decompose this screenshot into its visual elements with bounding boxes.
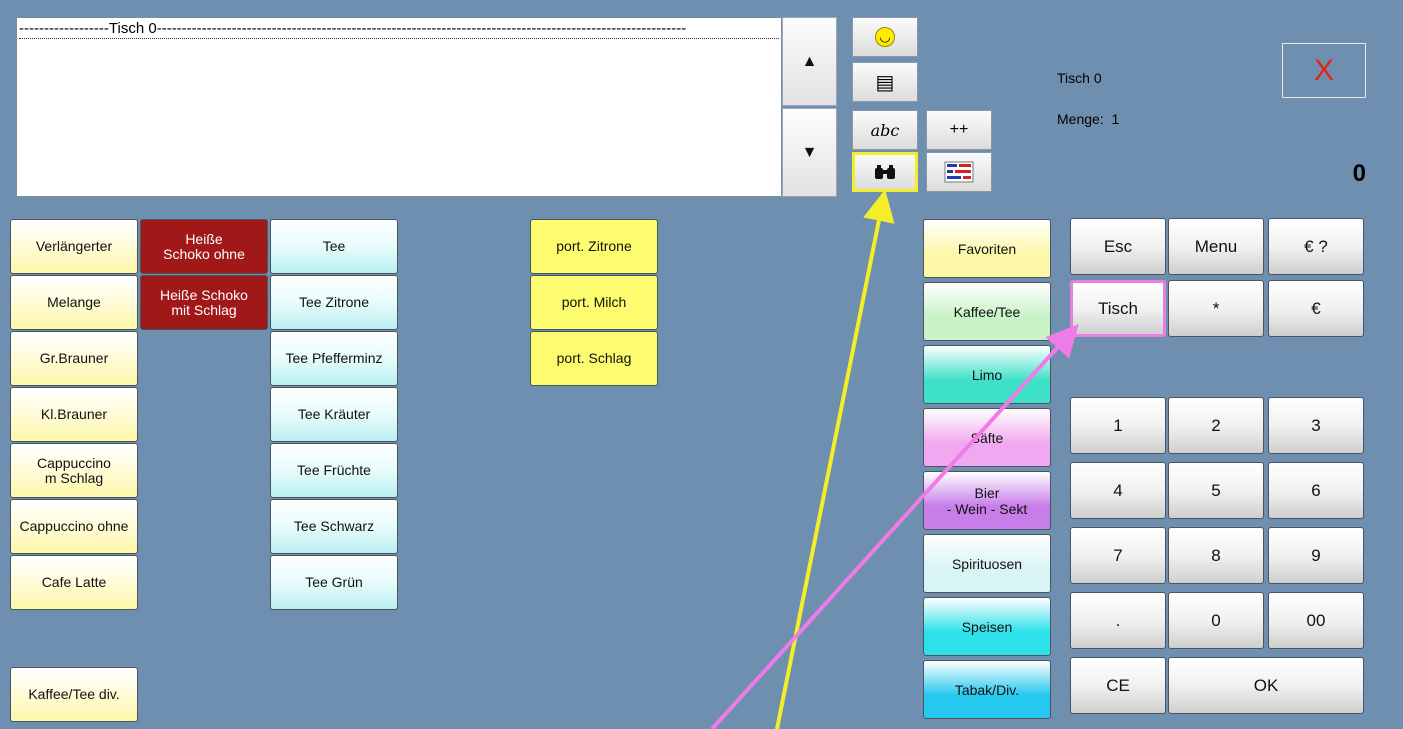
ce-key[interactable]: CE bbox=[1070, 657, 1166, 714]
total-amount: 0 bbox=[1352, 160, 1366, 187]
scroll-up-button[interactable]: ▲ bbox=[782, 17, 837, 106]
quantity-caption: Menge: bbox=[1057, 111, 1104, 127]
arrow-down-icon: ▼ bbox=[801, 143, 818, 161]
category-spirituosen[interactable]: Spirituosen bbox=[923, 534, 1051, 593]
product-button[interactable]: Heiße Schoko mit Schlag bbox=[140, 275, 268, 330]
category-limo[interactable]: Limo bbox=[923, 345, 1051, 404]
product-button[interactable]: port. Milch bbox=[530, 275, 658, 330]
quantity-value: 1 bbox=[1111, 111, 1120, 127]
flag-icon bbox=[944, 161, 974, 183]
ok-key[interactable]: OK bbox=[1168, 657, 1364, 714]
product-button[interactable]: port. Schlag bbox=[530, 331, 658, 386]
digit-key[interactable]: 8 bbox=[1168, 527, 1264, 584]
scroll-down-button[interactable]: ▼ bbox=[782, 108, 837, 197]
double-zero-key[interactable]: 00 bbox=[1268, 592, 1364, 649]
digit-key[interactable]: 9 bbox=[1268, 527, 1364, 584]
menu-key[interactable]: Menu bbox=[1168, 218, 1264, 275]
receipt-icon: ▤ bbox=[875, 71, 895, 94]
product-button[interactable]: Tee Grün bbox=[270, 555, 398, 610]
product-button[interactable]: Tee Zitrone bbox=[270, 275, 398, 330]
digit-key[interactable]: 2 bbox=[1168, 397, 1264, 454]
category-kaffee-tee[interactable]: Kaffee/Tee bbox=[923, 282, 1051, 341]
text-button[interactable]: abc bbox=[852, 110, 918, 150]
smiley-icon: ◡ bbox=[875, 27, 895, 47]
digit-key[interactable]: 1 bbox=[1070, 397, 1166, 454]
product-button[interactable]: Gr.Brauner bbox=[10, 331, 138, 386]
product-button[interactable]: Tee Pfefferminz bbox=[270, 331, 398, 386]
yellow-arrow bbox=[775, 189, 895, 729]
product-button[interactable]: Melange bbox=[10, 275, 138, 330]
product-button[interactable]: Tee bbox=[270, 219, 398, 274]
receipt-button[interactable]: ▤ bbox=[852, 62, 918, 102]
smiley-button[interactable]: ◡ bbox=[852, 17, 918, 57]
search-button[interactable] bbox=[852, 152, 918, 192]
product-button[interactable]: Kl.Brauner bbox=[10, 387, 138, 442]
close-icon: X bbox=[1313, 53, 1334, 87]
tisch-key[interactable]: Tisch bbox=[1070, 280, 1166, 337]
close-button[interactable]: X bbox=[1282, 43, 1366, 98]
digit-key[interactable]: 3 bbox=[1268, 397, 1364, 454]
product-button[interactable]: Heiße Schoko ohne bbox=[140, 219, 268, 274]
abc-label: abc bbox=[870, 120, 900, 140]
plusplus-label: ++ bbox=[949, 121, 969, 138]
multiply-key[interactable]: * bbox=[1168, 280, 1264, 337]
digit-key[interactable]: 0 bbox=[1168, 592, 1264, 649]
decimal-key[interactable]: . bbox=[1070, 592, 1166, 649]
category-saefte[interactable]: Säfte bbox=[923, 408, 1051, 467]
split-button[interactable] bbox=[926, 152, 992, 192]
euro-key[interactable]: € bbox=[1268, 280, 1364, 337]
product-button[interactable]: Tee Früchte bbox=[270, 443, 398, 498]
product-button[interactable]: port. Zitrone bbox=[530, 219, 658, 274]
table-label: Tisch 0 bbox=[1057, 70, 1102, 86]
order-header-line: ------------------Tisch 0---------------… bbox=[19, 20, 779, 39]
arrow-up-icon: ▲ bbox=[801, 52, 818, 70]
product-button[interactable]: Cafe Latte bbox=[10, 555, 138, 610]
category-speisen[interactable]: Speisen bbox=[923, 597, 1051, 656]
plusplus-button[interactable]: ++ bbox=[926, 110, 992, 150]
product-button[interactable]: Cappuccino ohne bbox=[10, 499, 138, 554]
quantity-label: Menge: 1 bbox=[1057, 111, 1119, 127]
product-button[interactable]: Tee Schwarz bbox=[270, 499, 398, 554]
category-tabak-div[interactable]: Tabak/Div. bbox=[923, 660, 1051, 719]
order-list[interactable]: ------------------Tisch 0---------------… bbox=[16, 17, 782, 197]
binoculars-icon bbox=[875, 165, 895, 179]
digit-key[interactable]: 5 bbox=[1168, 462, 1264, 519]
product-button[interactable]: Tee Kräuter bbox=[270, 387, 398, 442]
digit-key[interactable]: 6 bbox=[1268, 462, 1364, 519]
category-bier-wein-sekt[interactable]: Bier - Wein - Sekt bbox=[923, 471, 1051, 530]
product-button[interactable]: Cappuccino m Schlag bbox=[10, 443, 138, 498]
digit-key[interactable]: 4 bbox=[1070, 462, 1166, 519]
euro-query-key[interactable]: € ? bbox=[1268, 218, 1364, 275]
misc-product-button[interactable]: Kaffee/Tee div. bbox=[10, 667, 138, 722]
product-button[interactable]: Verlängerter bbox=[10, 219, 138, 274]
digit-key[interactable]: 7 bbox=[1070, 527, 1166, 584]
category-favoriten[interactable]: Favoriten bbox=[923, 219, 1051, 278]
esc-key[interactable]: Esc bbox=[1070, 218, 1166, 275]
